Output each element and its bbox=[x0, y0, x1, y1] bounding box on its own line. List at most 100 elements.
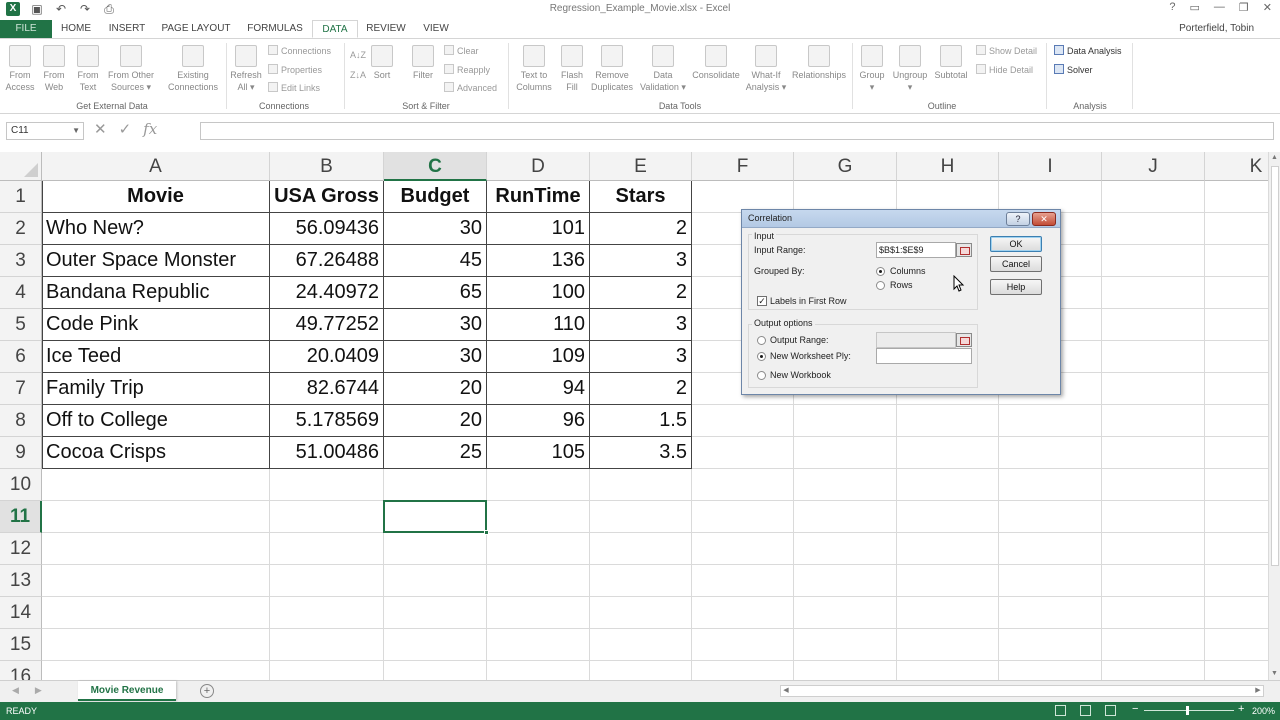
close-icon[interactable]: ✕ bbox=[1263, 1, 1272, 14]
table-cell[interactable]: 3 bbox=[590, 309, 692, 341]
table-cell[interactable]: Code Pink bbox=[42, 309, 270, 341]
column-header-k[interactable]: K bbox=[1205, 152, 1268, 181]
empty-cell[interactable] bbox=[1102, 277, 1205, 309]
empty-cell[interactable] bbox=[692, 405, 794, 437]
row-header-9[interactable]: 9 bbox=[0, 437, 42, 469]
fx-icon[interactable]: fx bbox=[143, 120, 157, 138]
show-detail-button[interactable]: Show Detail bbox=[976, 45, 1037, 57]
table-cell[interactable]: Off to College bbox=[42, 405, 270, 437]
empty-cell[interactable] bbox=[270, 501, 384, 533]
row-header-7[interactable]: 7 bbox=[0, 373, 42, 405]
help-button[interactable]: Help bbox=[990, 279, 1042, 295]
empty-cell[interactable] bbox=[590, 661, 692, 680]
minimize-icon[interactable]: — bbox=[1214, 1, 1225, 14]
worksheet-grid[interactable]: ABCDEFGHIJK 1 2 3 4 5 6 7 8 9 10 11 12 13 14 15 16 Movi… bbox=[0, 152, 1268, 680]
empty-cell[interactable] bbox=[384, 565, 487, 597]
empty-cell[interactable] bbox=[999, 597, 1102, 629]
empty-cell[interactable] bbox=[487, 597, 590, 629]
empty-cell[interactable] bbox=[270, 565, 384, 597]
empty-cell[interactable] bbox=[794, 661, 897, 680]
empty-cell[interactable] bbox=[692, 501, 794, 533]
formula-input[interactable] bbox=[200, 122, 1274, 140]
empty-cell[interactable] bbox=[1102, 213, 1205, 245]
empty-cell[interactable] bbox=[999, 533, 1102, 565]
table-header-cell[interactable]: RunTime bbox=[487, 181, 590, 213]
empty-cell[interactable] bbox=[999, 661, 1102, 680]
empty-cell[interactable] bbox=[384, 469, 487, 501]
sheet-tab-movie-revenue[interactable]: Movie Revenue bbox=[78, 681, 176, 701]
table-cell[interactable]: 94 bbox=[487, 373, 590, 405]
table-cell[interactable]: 1.5 bbox=[590, 405, 692, 437]
name-box[interactable]: C11 ▼ bbox=[6, 122, 84, 140]
empty-cell[interactable] bbox=[42, 533, 270, 565]
row-header-10[interactable]: 10 bbox=[0, 469, 42, 501]
table-cell[interactable]: 3 bbox=[590, 341, 692, 373]
tab-insert[interactable]: INSERT bbox=[104, 20, 150, 38]
tab-data[interactable]: DATA bbox=[312, 20, 358, 38]
table-cell[interactable]: 100 bbox=[487, 277, 590, 309]
empty-cell[interactable] bbox=[692, 597, 794, 629]
prev-sheet-icon[interactable]: ◀ bbox=[12, 685, 19, 696]
new-worksheet-radio[interactable] bbox=[757, 352, 766, 361]
empty-cell[interactable] bbox=[1102, 597, 1205, 629]
empty-cell[interactable] bbox=[999, 629, 1102, 661]
table-cell[interactable]: 2 bbox=[590, 213, 692, 245]
empty-cell[interactable] bbox=[487, 501, 590, 533]
empty-cell[interactable] bbox=[1205, 501, 1268, 533]
table-cell[interactable]: 5.178569 bbox=[270, 405, 384, 437]
tab-home[interactable]: HOME bbox=[56, 20, 96, 38]
table-cell[interactable]: 24.40972 bbox=[270, 277, 384, 309]
table-cell[interactable]: 109 bbox=[487, 341, 590, 373]
empty-cell[interactable] bbox=[590, 597, 692, 629]
empty-cell[interactable] bbox=[1205, 341, 1268, 373]
empty-cell[interactable] bbox=[1102, 181, 1205, 213]
sort-za-button[interactable]: Z↓A bbox=[350, 69, 366, 81]
zoom-out-icon[interactable]: − bbox=[1132, 703, 1138, 715]
empty-cell[interactable] bbox=[384, 533, 487, 565]
empty-cell[interactable] bbox=[487, 629, 590, 661]
connections-button[interactable]: Connections bbox=[268, 45, 331, 57]
table-cell[interactable]: 30 bbox=[384, 309, 487, 341]
zoom-in-icon[interactable]: + bbox=[1238, 703, 1244, 715]
empty-cell[interactable] bbox=[270, 661, 384, 680]
row-header-11[interactable]: 11 bbox=[0, 501, 42, 533]
empty-cell[interactable] bbox=[590, 629, 692, 661]
table-cell[interactable]: 25 bbox=[384, 437, 487, 469]
empty-cell[interactable] bbox=[384, 661, 487, 680]
ungroup-button[interactable]: Ungroup ▾ bbox=[890, 45, 930, 93]
empty-cell[interactable] bbox=[1205, 309, 1268, 341]
table-cell[interactable]: Family Trip bbox=[42, 373, 270, 405]
page-break-view-icon[interactable] bbox=[1105, 705, 1116, 716]
empty-cell[interactable] bbox=[270, 533, 384, 565]
empty-cell[interactable] bbox=[692, 533, 794, 565]
empty-cell[interactable] bbox=[270, 469, 384, 501]
rows-radio[interactable] bbox=[876, 281, 885, 290]
consolidate-button[interactable]: Consolidate bbox=[690, 45, 742, 81]
filter-button[interactable]: Filter bbox=[408, 45, 438, 81]
vertical-scrollbar[interactable]: ▲ ▼ bbox=[1268, 152, 1280, 680]
table-header-cell[interactable]: Budget bbox=[384, 181, 487, 213]
empty-cell[interactable] bbox=[999, 501, 1102, 533]
table-cell[interactable]: Ice Teed bbox=[42, 341, 270, 373]
empty-cell[interactable] bbox=[590, 469, 692, 501]
empty-cell[interactable] bbox=[590, 501, 692, 533]
scroll-left-icon[interactable]: ◀ bbox=[781, 686, 791, 696]
existing-connections-button[interactable]: Existing Connections bbox=[164, 45, 222, 93]
row-header-2[interactable]: 2 bbox=[0, 213, 42, 245]
advanced-button[interactable]: Advanced bbox=[444, 82, 497, 94]
output-range-radio[interactable] bbox=[757, 336, 766, 345]
clear-button[interactable]: Clear bbox=[444, 45, 479, 57]
empty-cell[interactable] bbox=[897, 661, 999, 680]
column-header-c[interactable]: C bbox=[384, 152, 487, 181]
new-worksheet-field[interactable] bbox=[876, 348, 972, 364]
hide-detail-button[interactable]: Hide Detail bbox=[976, 64, 1033, 76]
columns-radio[interactable] bbox=[876, 267, 885, 276]
empty-cell[interactable] bbox=[1102, 373, 1205, 405]
table-cell[interactable]: Cocoa Crisps bbox=[42, 437, 270, 469]
table-cell[interactable]: 110 bbox=[487, 309, 590, 341]
select-all-button[interactable] bbox=[0, 152, 42, 181]
empty-cell[interactable] bbox=[1102, 565, 1205, 597]
fill-handle[interactable] bbox=[484, 530, 489, 535]
empty-cell[interactable] bbox=[42, 565, 270, 597]
sort-az-button[interactable]: A↓Z bbox=[350, 49, 366, 61]
